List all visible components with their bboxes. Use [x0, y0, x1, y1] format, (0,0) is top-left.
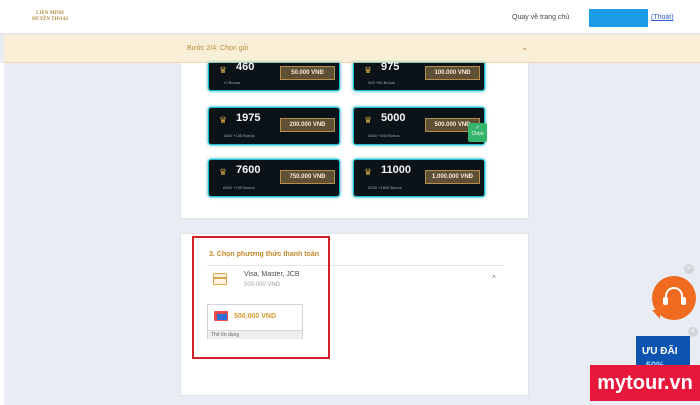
package-amount: 11000: [381, 164, 411, 176]
rp-crest-icon: ♛: [219, 65, 228, 75]
selected-badge-label: Chọn: [471, 131, 484, 137]
rp-crest-icon: ♛: [364, 115, 373, 125]
chevron-down-icon[interactable]: ⌄: [521, 42, 529, 53]
close-icon[interactable]: ×: [684, 264, 694, 274]
home-link[interactable]: Quay về trang chủ: [512, 14, 569, 21]
package-option[interactable]: ♛ 7600 6900 +700 Bonus 750.000 VNĐ: [208, 159, 340, 197]
support-chat-button[interactable]: [652, 276, 696, 320]
package-amount: 975: [381, 61, 400, 73]
package-amount: 1975: [236, 112, 261, 124]
game-logo[interactable]: LIÊN MINH HUYỀN THOẠI: [30, 11, 70, 23]
package-price-button[interactable]: 100.000 VNĐ: [425, 66, 480, 80]
package-price-button[interactable]: 50.000 VNĐ: [280, 66, 335, 80]
package-bonus: 6900 +700 Bonus: [223, 185, 255, 190]
user-account-box[interactable]: [589, 9, 648, 27]
package-card: ♛ 460 +0 Bonus 50.000 VNĐ ♛ 975 900 +65 …: [180, 61, 529, 219]
headset-ear-right: [681, 297, 686, 305]
package-amount: 7600: [236, 164, 261, 176]
logo-line-2: HUYỀN THOẠI: [32, 17, 68, 22]
package-option[interactable]: ♛ 975 900 +65 Bonus 100.000 VNĐ: [353, 61, 485, 91]
logout-link[interactable]: (Thoát): [651, 14, 674, 21]
step-accordion-header[interactable]: Bước 2/4: Chọn gói ⌄: [4, 35, 700, 63]
package-option[interactable]: ♛ 1975 1840 +135 Bonus 200.000 VNĐ: [208, 107, 340, 145]
package-option-selected[interactable]: ♛ 5000 4600 +400 Bonus 500.000 VNĐ ✓ Chọ…: [353, 107, 487, 145]
package-amount: 460: [236, 61, 255, 73]
package-bonus: 1840 +135 Bonus: [223, 133, 255, 138]
highlight-box: [192, 236, 330, 359]
package-bonus: 9200 +1800 Bonus: [368, 185, 402, 190]
package-price-button[interactable]: 200.000 VNĐ: [280, 118, 335, 132]
package-bonus: 900 +65 Bonus: [368, 80, 396, 85]
step-label: Bước 2/4: Chọn gói: [187, 45, 249, 52]
rp-crest-icon: ♛: [364, 65, 373, 75]
promo-title: ƯU ĐÃI: [642, 346, 678, 357]
bubble-tail: [652, 310, 660, 319]
headset-ear-left: [663, 297, 668, 305]
rp-crest-icon: ♛: [364, 167, 373, 177]
package-option[interactable]: ♛ 460 +0 Bonus 50.000 VNĐ: [208, 61, 340, 91]
rp-crest-icon: ♛: [219, 115, 228, 125]
package-amount: 5000: [381, 112, 406, 124]
chevron-up-icon[interactable]: ^: [492, 274, 496, 283]
top-header: LIÊN MINH HUYỀN THOẠI Quay về trang chủ …: [0, 0, 700, 34]
rp-crest-icon: ♛: [219, 167, 228, 177]
package-price-button[interactable]: 1.000.000 VNĐ: [425, 170, 480, 184]
left-edge-strip: [0, 63, 4, 405]
package-bonus: 4600 +400 Bonus: [368, 133, 400, 138]
package-bonus: +0 Bonus: [223, 80, 241, 85]
package-price-button[interactable]: 750.000 VNĐ: [280, 170, 335, 184]
selected-badge: ✓ Chọn: [468, 123, 487, 142]
package-option[interactable]: ♛ 11000 9200 +1800 Bonus 1.000.000 VNĐ: [353, 159, 485, 197]
watermark-logo: mytour.vn: [590, 365, 700, 401]
